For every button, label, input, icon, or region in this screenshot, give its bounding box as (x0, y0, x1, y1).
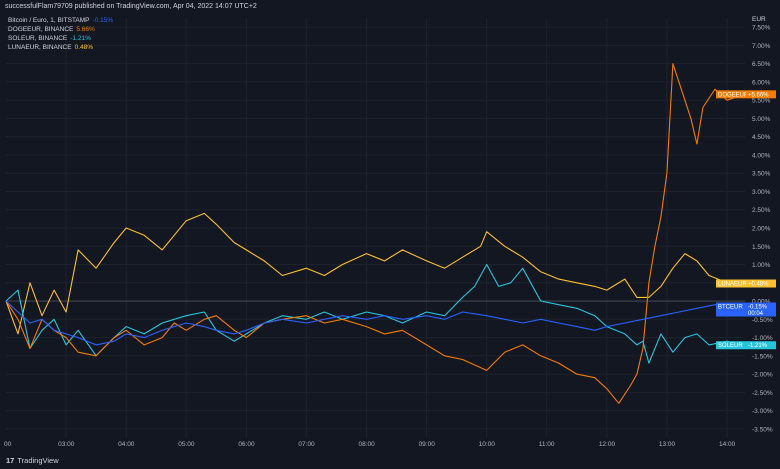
badge-label: BTCEUR (718, 305, 743, 311)
y-tick-label: 4.50% (752, 134, 771, 141)
y-tick-label: 1.50% (752, 244, 771, 251)
x-tick-label: 12:00 (599, 441, 616, 448)
series-line-btceur[interactable] (5, 300, 746, 346)
badge-label: SOLEUR (718, 343, 743, 349)
y-tick-label: 5.00% (752, 116, 771, 123)
y-tick-label: -3.50% (752, 426, 773, 433)
x-tick-label: 06:00 (238, 441, 255, 448)
badge-label: LUNAEUR (718, 282, 747, 288)
x-tick-label: 13:00 (659, 441, 676, 448)
x-tick-label: 00 (4, 441, 12, 448)
legend-label: Bitcoin / Euro, 1, BITSTAMP (8, 17, 90, 24)
legend-item-btc[interactable]: Bitcoin / Euro, 1, BITSTAMP -0.15% (8, 16, 113, 25)
x-tick-label: 05:00 (178, 441, 195, 448)
x-tick-label: 09:00 (419, 441, 436, 448)
y-tick-label: -1.50% (752, 353, 773, 360)
legend-value: 5.66% (76, 26, 95, 33)
y-tick-label: 3.50% (752, 171, 771, 178)
badge-dogeeur: DOGEEUR +5.66% (716, 90, 776, 99)
legend-label: SOLEUR, BINANCE (8, 35, 68, 42)
tradingview-logo[interactable]: 17 TradingView (6, 453, 59, 469)
chart-grid (6, 18, 745, 438)
y-tick-label: 3.00% (752, 189, 771, 196)
badge-value: -1.21% (748, 343, 768, 349)
y-tick-label: -2.50% (752, 390, 773, 397)
y-tick-label: -3.00% (752, 408, 773, 415)
footer-bar: 17 TradingView (0, 453, 780, 469)
x-tick-label: 08:00 (358, 441, 375, 448)
y-tick-label: 7.00% (752, 43, 771, 50)
axis-unit-label[interactable]: EUR (752, 16, 766, 23)
series-lines (5, 63, 746, 404)
y-tick-label: 7.50% (752, 25, 771, 32)
y-axis: 7.50% 7.00% 6.50% 6.00% 5.50% 5.00% 4.50% 4.00%… (752, 25, 773, 434)
legend-label: DOGEEUR, BINANCE (8, 26, 74, 33)
x-axis: 00 03:00 04:00 05:00 06:00 07:00 08:00 09:00 10:… (4, 441, 736, 448)
legend-value: -1.21% (70, 35, 91, 42)
badge-btceur: BTCEUR -0.15%00:04 (716, 302, 776, 317)
y-tick-label: 4.00% (752, 152, 771, 159)
badge-lunaeur: LUNAEUR +0.48% (716, 279, 776, 288)
legend-value: 0.48% (74, 44, 94, 51)
legend-item-sol[interactable]: SOLEUR, BINANCE -1.21% (8, 34, 91, 43)
y-tick-label: 2.00% (752, 226, 771, 233)
badge-label: DOGEEUR (718, 92, 749, 98)
y-tick-label: -2.00% (752, 372, 773, 379)
x-tick-label: 07:00 (298, 441, 315, 448)
y-tick-label: -1.00% (752, 335, 773, 342)
legend-item-luna[interactable]: LUNAEUR, BINANCE 0.48% (8, 43, 93, 52)
y-tick-label: 2.50% (752, 207, 771, 214)
legend-value: -0.15% (92, 17, 114, 24)
y-tick-label: 5.50% (752, 98, 771, 105)
y-tick-label: 6.50% (752, 61, 771, 68)
badge-value: +5.66% (748, 92, 769, 98)
legend-item-doge[interactable]: DOGEEUR, BINANCE 5.66% (8, 25, 95, 34)
price-chart[interactable]: 7.50% 7.00% 6.50% 6.00% 5.50% 5.00% 4.50% 4.00%… (0, 14, 780, 453)
badge-soleur: SOLEUR -1.21% (716, 341, 776, 350)
y-tick-label: -0.50% (752, 317, 773, 324)
publisher-line: successfulFlam79709 published on Trading… (0, 0, 780, 14)
series-line-soleur[interactable] (5, 263, 746, 364)
x-tick-label: 10:00 (479, 441, 496, 448)
badge-value: -0.15% (748, 305, 768, 311)
badge-value: +0.48% (748, 282, 769, 288)
tradingview-logo-text: TradingView (17, 456, 59, 465)
x-tick-label: 04:00 (118, 441, 135, 448)
tradingview-logo-icon: 17 (6, 456, 15, 465)
series-badges: LUNAEUR +0.48% SOLEUR -1.21% DOGEEUR +5.66% BT… (716, 90, 776, 350)
x-tick-label: 11:00 (539, 441, 555, 448)
y-tick-label: 1.00% (752, 262, 771, 269)
badge-sub: 00:04 (748, 311, 764, 317)
x-tick-label: 14:00 (719, 441, 736, 448)
y-tick-label: 6.00% (752, 79, 771, 86)
x-tick-label: 03:00 (58, 441, 75, 448)
series-line-dogeeur[interactable] (5, 63, 746, 404)
legend-label: LUNAEUR, BINANCE (8, 44, 72, 51)
series-line-lunaeur[interactable] (5, 212, 746, 335)
